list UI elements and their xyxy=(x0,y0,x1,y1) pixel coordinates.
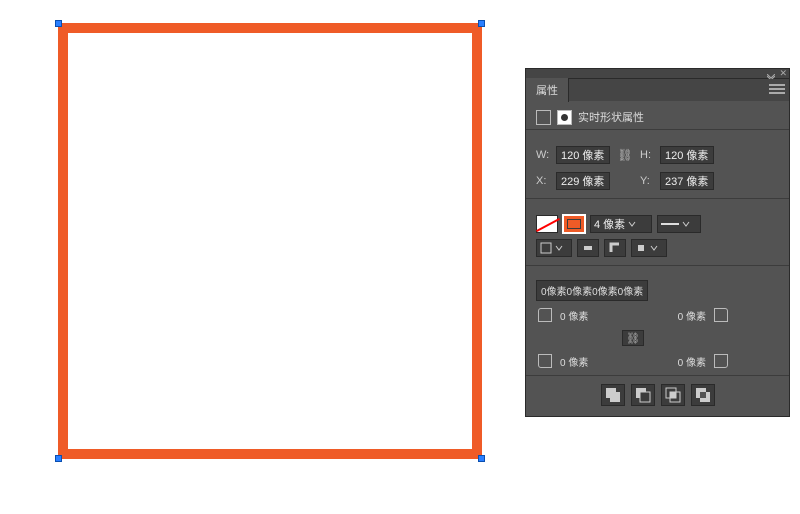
link-wh-icon[interactable]: ⛓ xyxy=(616,148,634,162)
stroke-width-input[interactable]: 4 像素 xyxy=(590,215,652,233)
chevron-down-icon xyxy=(628,220,636,228)
stroke-width-value: 4 像素 xyxy=(594,216,625,232)
collapse-icon[interactable] xyxy=(767,71,775,77)
fill-swatch[interactable] xyxy=(536,215,558,233)
y-label: Y: xyxy=(640,175,654,187)
pathop-unite-button[interactable] xyxy=(601,384,625,406)
resize-handle-top-left[interactable] xyxy=(55,20,62,27)
height-label: H: xyxy=(640,149,654,161)
cap-type-button[interactable] xyxy=(577,239,599,257)
stroke-align-select[interactable] xyxy=(536,239,572,257)
corner-type-button[interactable] xyxy=(604,239,626,257)
corner-tr-icon[interactable] xyxy=(714,308,728,322)
corner-br-icon[interactable] xyxy=(714,354,728,368)
x-input[interactable] xyxy=(556,172,610,190)
width-label: W: xyxy=(536,149,550,161)
resize-handle-bottom-left[interactable] xyxy=(55,455,62,462)
properties-panel: ✕ 属性 实时形状属性 W: ⛓ H: X: xyxy=(525,68,790,417)
pathop-subtract-button[interactable] xyxy=(631,384,655,406)
corner-tl-input[interactable] xyxy=(560,310,614,321)
panel-top-bar: ✕ xyxy=(525,68,790,78)
panel-menu-icon[interactable] xyxy=(769,82,785,96)
stroke-style-select[interactable] xyxy=(657,215,701,233)
chevron-down-icon xyxy=(650,244,658,252)
corner-bl-input[interactable] xyxy=(560,356,614,367)
canvas-shape-selection[interactable] xyxy=(58,23,482,459)
y-input[interactable] xyxy=(660,172,714,190)
corner-tl-icon[interactable] xyxy=(538,308,552,322)
solid-line-icon xyxy=(661,223,679,225)
shape-type-icon xyxy=(536,110,551,125)
corner-bl-icon[interactable] xyxy=(538,354,552,368)
stroke-options-select[interactable] xyxy=(631,239,667,257)
chevron-down-icon xyxy=(682,220,690,228)
panel-tabs: 属性 xyxy=(526,79,789,101)
tab-properties[interactable]: 属性 xyxy=(526,78,569,102)
width-input[interactable] xyxy=(556,146,610,164)
chevron-down-icon xyxy=(555,244,563,252)
mask-icon xyxy=(557,110,572,125)
rectangle-shape[interactable] xyxy=(58,23,482,459)
panel-section-title: 实时形状属性 xyxy=(578,109,644,125)
resize-handle-bottom-right[interactable] xyxy=(478,455,485,462)
corner-tr-input[interactable] xyxy=(652,310,706,321)
resize-handle-top-right[interactable] xyxy=(478,20,485,27)
corner-br-input[interactable] xyxy=(652,356,706,367)
pathop-exclude-button[interactable] xyxy=(691,384,715,406)
close-icon[interactable]: ✕ xyxy=(779,69,787,78)
corner-radius-readout: 0像素0像素0像素0像素 xyxy=(536,280,648,301)
link-corners-icon[interactable]: ⛓ xyxy=(622,330,644,346)
height-input[interactable] xyxy=(660,146,714,164)
x-label: X: xyxy=(536,175,550,187)
path-operations xyxy=(526,376,789,416)
stroke-swatch[interactable] xyxy=(563,215,585,233)
pathop-intersect-button[interactable] xyxy=(661,384,685,406)
